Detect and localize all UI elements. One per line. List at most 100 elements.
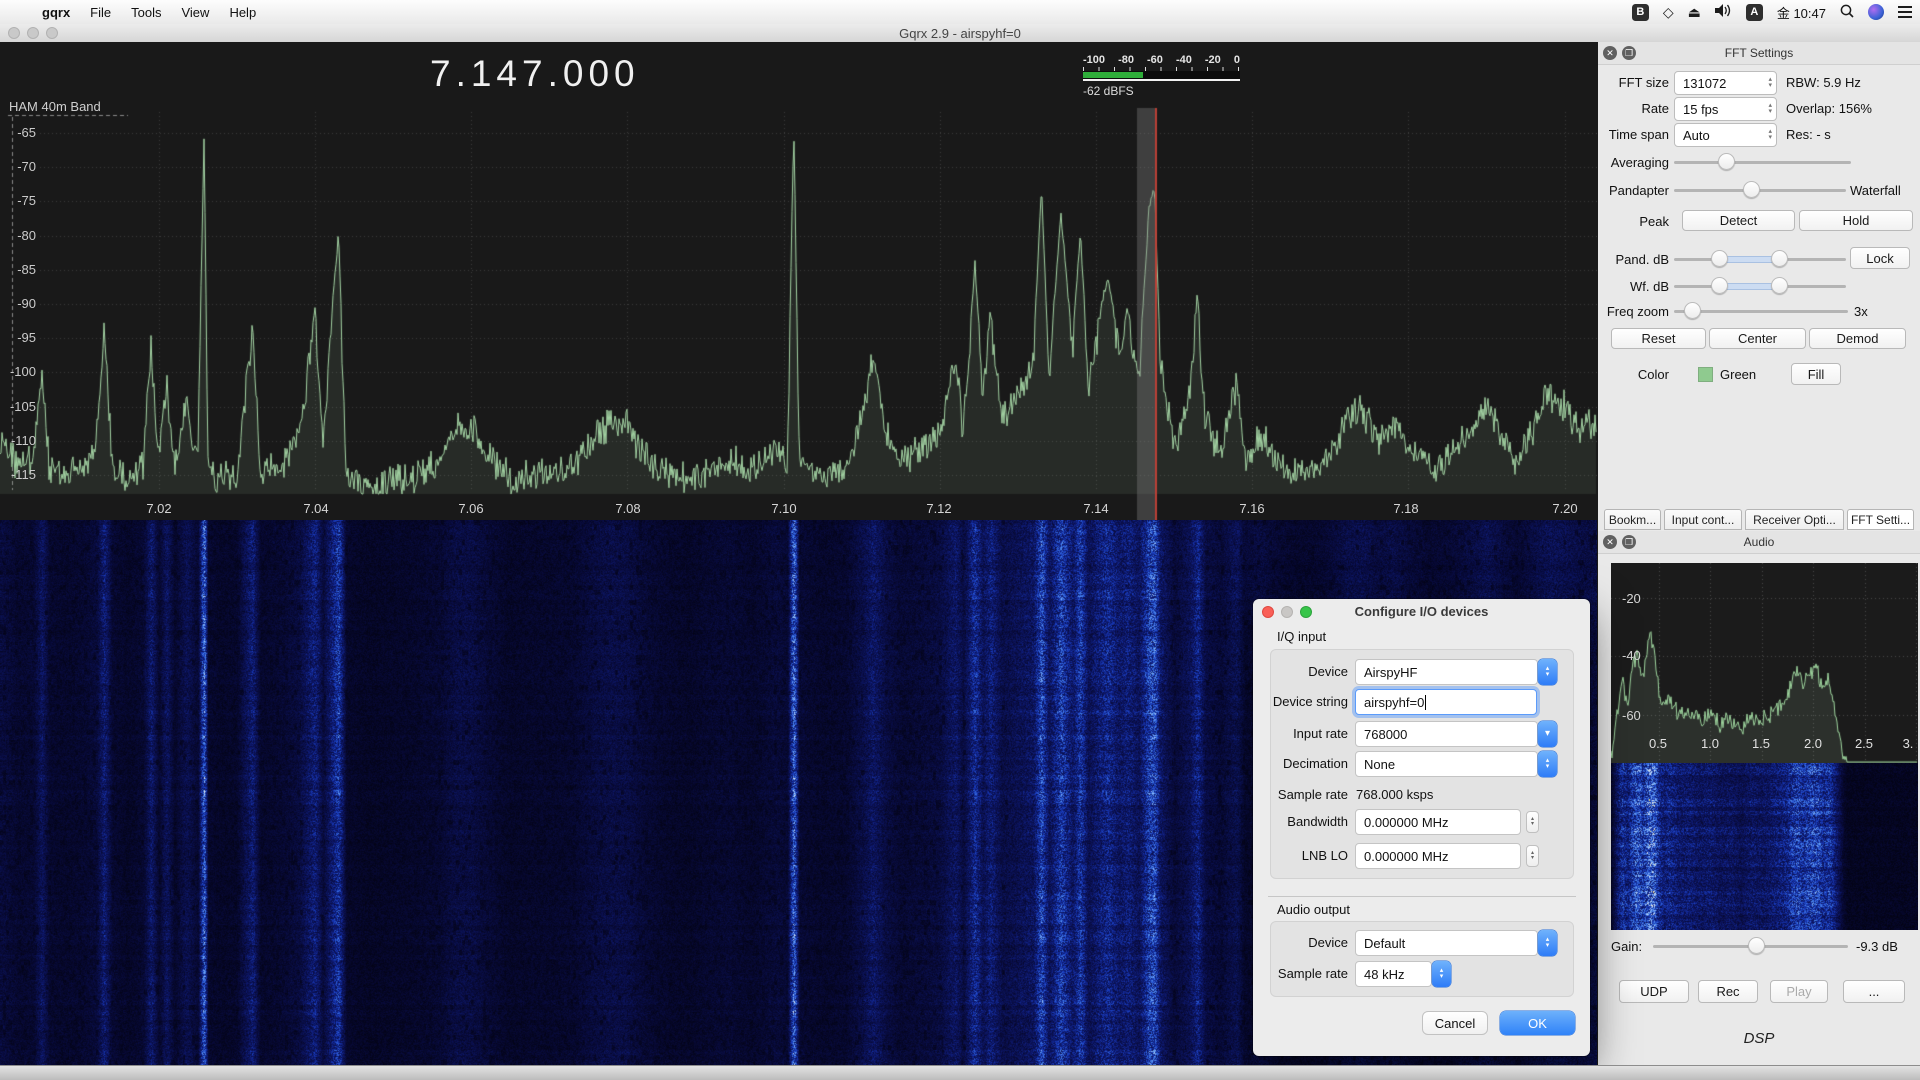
tab-receiver-options[interactable]: Receiver Opti... <box>1745 509 1844 530</box>
demod-button[interactable]: Demod <box>1809 328 1906 349</box>
reset-button[interactable]: Reset <box>1611 328 1706 349</box>
decimation-select[interactable]: None <box>1355 751 1538 777</box>
center-button[interactable]: Center <box>1709 328 1806 349</box>
stepper-icon[interactable]: ▴▾ <box>1538 930 1557 956</box>
stepper-icon[interactable]: ▴▾ <box>1432 961 1451 987</box>
output-rate-label: Sample rate <box>1253 966 1348 981</box>
more-button[interactable]: ... <box>1843 980 1905 1003</box>
gain-slider[interactable] <box>1653 945 1848 948</box>
pan-xtick: 7.18 <box>1388 501 1424 516</box>
keyboard-app-icon[interactable]: B <box>1632 4 1649 21</box>
waterfall-label: Waterfall <box>1850 183 1901 198</box>
iq-input-group-label: I/Q input <box>1277 629 1326 644</box>
play-button[interactable]: Play <box>1770 980 1828 1003</box>
audio-xtick: 3. <box>1896 736 1920 751</box>
pan-ytick: -65 <box>2 125 36 140</box>
slider-handle[interactable] <box>1748 937 1765 954</box>
slider-handle[interactable] <box>1743 181 1760 198</box>
rec-button[interactable]: Rec <box>1698 980 1758 1003</box>
color-swatch[interactable] <box>1698 367 1713 382</box>
input-rate-combo[interactable]: 768000 <box>1355 721 1538 747</box>
pand-db-label: Pand. dB <box>1598 252 1669 267</box>
meter-value: -62 dBFS <box>1083 84 1240 98</box>
stepper-icon[interactable]: ▴▾ <box>1526 845 1539 867</box>
device-string-input[interactable]: airspyhf=0 <box>1355 689 1537 715</box>
tab-bookmarks[interactable]: Bookm... <box>1604 509 1661 530</box>
siri-icon[interactable] <box>1868 4 1884 20</box>
freq-zoom-label: Freq zoom <box>1598 304 1669 319</box>
pan-ytick: -70 <box>2 159 36 174</box>
slider-handle[interactable] <box>1718 153 1735 170</box>
rate-label: Rate <box>1598 101 1669 116</box>
ok-button[interactable]: OK <box>1500 1011 1575 1035</box>
wf-db-label: Wf. dB <box>1598 279 1669 294</box>
device-select[interactable]: AirspyHF <box>1355 659 1538 685</box>
lnb-lo-input[interactable]: 0.000000 MHz <box>1355 843 1521 869</box>
notification-center-icon[interactable] <box>1898 6 1912 18</box>
wf-db-range-slider[interactable] <box>1674 285 1846 288</box>
spotlight-search-icon[interactable] <box>1840 4 1854 21</box>
cancel-button[interactable]: Cancel <box>1422 1011 1488 1035</box>
input-source-icon[interactable]: A <box>1746 4 1763 21</box>
audio-waterfall-canvas[interactable] <box>1611 763 1918 930</box>
vpn-diamond-icon[interactable]: ◇ <box>1663 5 1674 19</box>
slider-handle[interactable] <box>1771 277 1788 294</box>
slider-handle[interactable] <box>1711 277 1728 294</box>
tab-fft-settings[interactable]: FFT Setti... <box>1847 509 1914 530</box>
meter-bar <box>1083 71 1240 81</box>
window-title-bar: Gqrx 2.9 - airspyhf=0 <box>0 24 1920 43</box>
slider-handle[interactable] <box>1771 250 1788 267</box>
averaging-slider[interactable] <box>1674 161 1851 164</box>
pan-xtick: 7.14 <box>1078 501 1114 516</box>
meter-tick: -40 <box>1176 54 1192 66</box>
stepper-icon[interactable]: ▴▾ <box>1538 751 1557 777</box>
menu-view[interactable]: View <box>179 0 211 24</box>
apple-menu-icon[interactable] <box>18 0 22 24</box>
rate-select[interactable]: 15 fps▴▾ <box>1674 97 1777 121</box>
dropdown-arrow-icon[interactable]: ▾ <box>1538 721 1557 747</box>
menu-clock[interactable]: 金 10:47 <box>1777 3 1826 22</box>
lock-button[interactable]: Lock <box>1850 247 1910 269</box>
freq-zoom-slider[interactable] <box>1674 310 1848 313</box>
lnb-lo-label: LNB LO <box>1253 848 1348 863</box>
text-cursor <box>1425 695 1426 710</box>
eject-icon[interactable]: ⏏ <box>1688 5 1701 19</box>
bandwidth-input[interactable]: 0.000000 MHz <box>1355 809 1521 835</box>
pan-xtick: 7.06 <box>453 501 489 516</box>
audio-xtick: 1.5 <box>1749 736 1773 751</box>
pan-ytick: -105 <box>2 399 36 414</box>
fft-dock-title: FFT Settings <box>1598 46 1920 60</box>
audio-spectrum-canvas[interactable] <box>1611 563 1918 763</box>
screen: gqrx File Tools View Help B ◇ ⏏ A 金 10:4… <box>0 0 1920 1080</box>
fill-button[interactable]: Fill <box>1791 363 1841 385</box>
time-span-select[interactable]: Auto▴▾ <box>1674 123 1777 147</box>
peak-hold-button[interactable]: Hold <box>1799 210 1913 231</box>
slider-handle[interactable] <box>1684 302 1701 319</box>
stepper-icon[interactable]: ▴▾ <box>1538 659 1557 685</box>
output-device-select[interactable]: Default <box>1355 930 1538 956</box>
overlap-info: Overlap: 156% <box>1786 101 1872 116</box>
pan-xtick: 7.08 <box>610 501 646 516</box>
time-span-label: Time span <box>1598 127 1669 142</box>
peak-detect-button[interactable]: Detect <box>1682 210 1795 231</box>
pandapter-split-slider[interactable] <box>1674 189 1846 192</box>
stepper-icon[interactable]: ▴▾ <box>1526 811 1539 833</box>
stepper-icon: ▴▾ <box>1768 103 1772 115</box>
pand-db-range-slider[interactable] <box>1674 258 1846 261</box>
fft-size-select[interactable]: 131072▴▾ <box>1674 71 1777 95</box>
slider-handle[interactable] <box>1711 250 1728 267</box>
tab-input-controls[interactable]: Input cont... <box>1664 509 1742 530</box>
frequency-display[interactable]: 7.147.000 <box>430 53 640 95</box>
output-rate-select[interactable]: 48 kHz <box>1355 961 1432 987</box>
audio-ytick: -60 <box>1622 708 1641 723</box>
audio-ytick: -40 <box>1622 648 1641 663</box>
volume-icon[interactable] <box>1715 4 1732 20</box>
udp-button[interactable]: UDP <box>1619 980 1689 1003</box>
menu-app[interactable]: gqrx <box>40 0 72 24</box>
pan-spectrum-canvas[interactable] <box>0 42 1597 520</box>
menu-tools[interactable]: Tools <box>129 0 163 24</box>
dbfs-meter: -100 -80 -60 -40 -20 0 -62 dBFS <box>1083 54 1240 98</box>
menu-help[interactable]: Help <box>227 0 258 24</box>
menu-file[interactable]: File <box>88 0 113 24</box>
meter-tick: -60 <box>1147 54 1163 66</box>
